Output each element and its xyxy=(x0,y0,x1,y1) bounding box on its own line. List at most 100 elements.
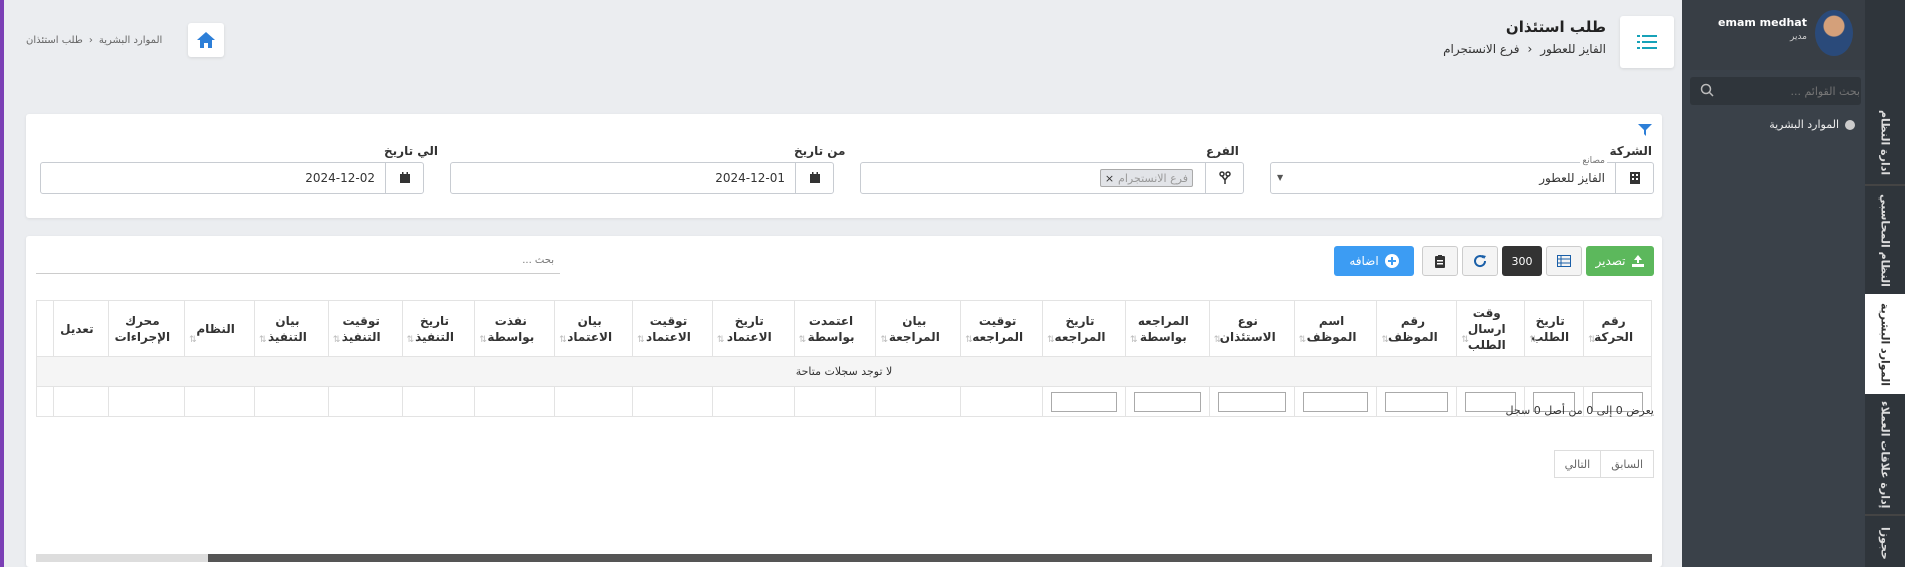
tab-hr[interactable]: الموارد البشرية xyxy=(1865,294,1905,394)
sort-icon: ⇅ xyxy=(559,335,567,345)
col-header[interactable]: المراجعه بواسطة ⇅ xyxy=(1124,300,1210,357)
sort-icon: ⇅ xyxy=(1298,335,1307,345)
sort-icon: ⇅ xyxy=(406,335,415,345)
to-date-field[interactable]: 2024-12-02 xyxy=(40,162,424,194)
column-filter-input[interactable] xyxy=(1302,391,1369,412)
sort-icon: ⇅ xyxy=(1588,335,1596,345)
horizontal-scrollbar[interactable] xyxy=(36,554,1652,562)
col-header[interactable]: توقيت التنفيذ ⇅ xyxy=(327,300,403,357)
export-button[interactable]: تصدير xyxy=(1586,246,1654,276)
add-button[interactable]: اضافه xyxy=(1334,246,1414,276)
col-header[interactable]: اسم الموظف ⇅ xyxy=(1293,300,1378,357)
company-label: الشركة xyxy=(1609,144,1652,158)
filter-toggle[interactable] xyxy=(1638,124,1652,139)
home-button[interactable] xyxy=(188,23,224,57)
column-filter-input[interactable] xyxy=(1051,391,1117,412)
filter-cell xyxy=(554,386,634,417)
col-header[interactable]: بيان التنفيذ ⇅ xyxy=(254,300,329,357)
prev-page-button[interactable]: السابق xyxy=(1600,450,1654,478)
col-header[interactable]: بيان الاعتماد ⇅ xyxy=(554,300,634,357)
add-label: اضافه xyxy=(1349,254,1379,268)
column-filter-row xyxy=(35,386,1652,417)
col-header[interactable]: تاريخ الطلب ⇅ xyxy=(1524,300,1585,357)
col-header[interactable]: تاريخ الاعتماد ⇅ xyxy=(711,300,795,357)
table-search[interactable] xyxy=(36,248,560,274)
clipboard-button[interactable] xyxy=(1422,246,1458,276)
company-select[interactable]: مصانع الفايز للعطور ▼ xyxy=(1270,156,1654,194)
branch-label: الفرع xyxy=(1206,144,1239,158)
filter-cell xyxy=(327,386,403,417)
tab-crm[interactable]: إدارة علاقات العملاء xyxy=(1865,400,1905,510)
page-size-button[interactable]: 300 xyxy=(1502,246,1542,276)
col-header[interactable]: النظام ⇅ xyxy=(184,300,256,357)
sort-icon: ⇅ xyxy=(1461,335,1469,345)
tab-accounting[interactable]: النظام المحاسبي xyxy=(1865,190,1905,290)
chevron-left-icon: ‹ xyxy=(1527,42,1533,56)
sidebar-item-hr[interactable]: الموارد البشرية xyxy=(1769,118,1855,131)
tab-system-admin[interactable]: ادارة النظام xyxy=(1865,105,1905,180)
col-header[interactable]: توقيت الاعتماد ⇅ xyxy=(632,300,713,357)
col-header[interactable]: وقت ارسال الطلب ⇅ xyxy=(1456,300,1526,357)
user-role: مدير xyxy=(1789,32,1807,42)
sort-icon: ⇅ xyxy=(637,335,645,345)
upload-icon xyxy=(1631,255,1644,267)
pagination: السابق التالي xyxy=(1553,450,1654,478)
from-date-field[interactable]: 2024-12-01 xyxy=(450,162,834,194)
breadcrumb-hr[interactable]: الموارد البشرية xyxy=(99,35,162,46)
home-icon xyxy=(197,32,215,48)
col-header[interactable]: رقم الحركة ⇅ xyxy=(1583,300,1652,357)
col-header[interactable]: رقم الموظف ⇅ xyxy=(1376,300,1458,357)
column-filter-input[interactable] xyxy=(1133,391,1201,412)
filter-cell xyxy=(107,386,186,417)
avatar[interactable] xyxy=(1815,10,1853,56)
branch-name[interactable]: فرع الانستجرام xyxy=(1443,42,1519,56)
scrollbar-thumb[interactable] xyxy=(208,554,1652,562)
table-search-input[interactable] xyxy=(36,248,560,273)
filter-cell xyxy=(960,386,1044,417)
menu-search-input[interactable] xyxy=(1720,84,1860,98)
column-filter-input[interactable] xyxy=(1385,391,1449,412)
col-header[interactable]: تاريخ التنفيذ ⇅ xyxy=(401,300,476,357)
col-header[interactable]: بيان المراجعة ⇅ xyxy=(875,300,962,357)
sort-icon: ⇅ xyxy=(332,335,341,345)
column-filter-input[interactable] xyxy=(1217,391,1286,412)
table-panel: تصدير 300 اضافه رقمالحركة⇅ تاريخالطلب⇅ و xyxy=(26,236,1662,567)
branch-select[interactable]: × فرع الانستجرام xyxy=(860,162,1244,194)
tab-bookings[interactable]: حجوزا xyxy=(1865,520,1905,567)
col-header[interactable]: محرك الإجراءات xyxy=(107,300,186,357)
col-header[interactable]: تاريخ المراجعه ⇅ xyxy=(1042,300,1126,357)
col-header[interactable]: اعتمدت بواسطة ⇅ xyxy=(793,300,877,357)
breadcrumb: الموارد البشرية ‹ طلب استئذان xyxy=(26,35,162,46)
sort-icon: ⇅ xyxy=(1381,335,1390,345)
sort-icon: ⇅ xyxy=(1213,335,1222,345)
table-view-button[interactable] xyxy=(1546,246,1582,276)
remove-tag-icon[interactable]: × xyxy=(1105,172,1114,185)
menu-toggle-button[interactable] xyxy=(1620,16,1674,68)
filter-cell xyxy=(793,386,877,417)
branch-tag[interactable]: × فرع الانستجرام xyxy=(1099,169,1193,187)
vertical-tabs: ادارة النظام النظام المحاسبي الموارد الب… xyxy=(1865,0,1905,567)
col-header[interactable]: نفذت بواسطة ⇅ xyxy=(474,300,556,357)
company-name[interactable]: الفايز للعطور xyxy=(1540,42,1606,56)
sort-icon: ⇅ xyxy=(259,335,267,345)
filter-cell xyxy=(474,386,556,417)
col-header[interactable]: توقيت المراجعه ⇅ xyxy=(960,300,1044,357)
page-title: طلب استئذان xyxy=(1505,18,1606,36)
branch-tag-label: فرع الانستجرام xyxy=(1118,171,1188,185)
caret-down-icon: ▼ xyxy=(1277,173,1284,182)
funnel-icon xyxy=(1638,124,1652,136)
search-icon xyxy=(1700,83,1714,97)
filter-cell xyxy=(1124,386,1210,417)
branch-icon xyxy=(1205,163,1243,193)
filter-cell xyxy=(35,386,55,417)
calendar-icon xyxy=(385,163,423,193)
filter-cell xyxy=(1208,386,1295,417)
menu-search[interactable] xyxy=(1690,77,1861,105)
user-name: emam medhat xyxy=(1718,16,1807,29)
next-page-button[interactable]: التالي xyxy=(1553,450,1601,478)
filter-cell xyxy=(1376,386,1458,417)
company-sub-label: مصانع xyxy=(1580,156,1607,166)
sort-icon: ⇅ xyxy=(965,335,973,345)
refresh-button[interactable] xyxy=(1462,246,1498,276)
col-header[interactable]: نوع الاستئذان ⇅ xyxy=(1208,300,1295,357)
